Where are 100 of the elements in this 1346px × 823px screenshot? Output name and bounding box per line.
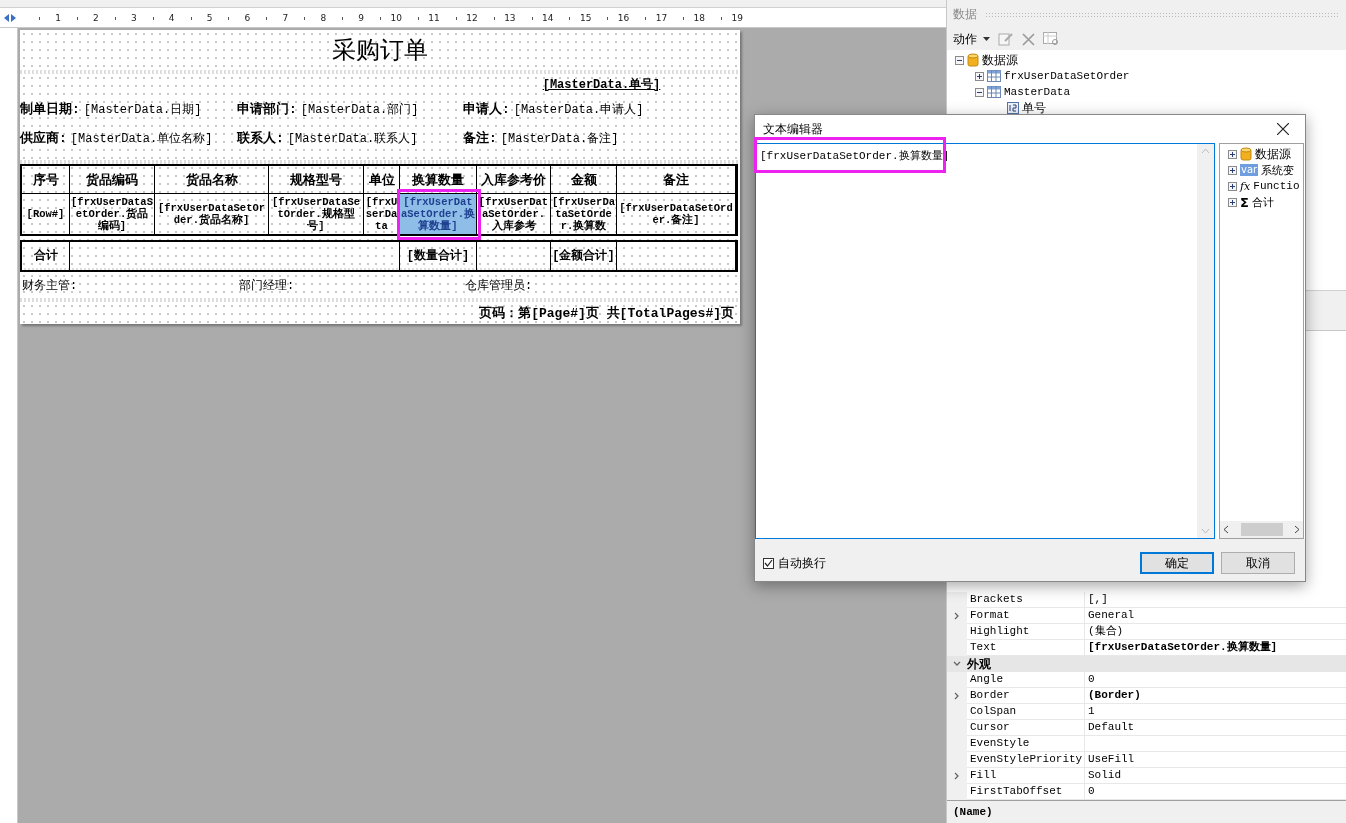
- variable-icon: var: [1240, 164, 1259, 176]
- ruler-number: 17: [655, 12, 668, 23]
- property-value[interactable]: Solid: [1085, 768, 1346, 784]
- scroll-right-icon[interactable]: [1294, 525, 1300, 534]
- field-value: [MasterData.联系人]: [287, 130, 418, 147]
- table-cell[interactable]: [frxUserDataSetOrder.备注]: [617, 194, 736, 234]
- signature-label: 仓库管理员:: [464, 277, 534, 294]
- collapse-chevron-icon[interactable]: [953, 660, 961, 668]
- table-cell[interactable]: [frxUserDataSetOrder.货品编码]: [70, 194, 155, 234]
- table-cell[interactable]: [frxUserDataSetOrder.换算数量]: [400, 194, 477, 234]
- tree-item[interactable]: 系统变: [1261, 162, 1295, 178]
- column-header: 序号: [22, 166, 70, 194]
- tree-item[interactable]: 数据源: [982, 51, 1018, 69]
- action-menu[interactable]: 动作: [953, 30, 990, 48]
- database-icon: [1240, 147, 1252, 161]
- property-gutter: [947, 640, 967, 656]
- ruler-arrows-icon[interactable]: [3, 12, 17, 23]
- field-label: 备注:: [463, 130, 497, 147]
- expand-icon[interactable]: [1228, 197, 1237, 207]
- property-name: Cursor: [967, 720, 1085, 736]
- field-label: 制单日期:: [20, 101, 80, 118]
- field-label: 申请部门:: [237, 100, 297, 118]
- property-name: EvenStylePriority: [967, 752, 1085, 768]
- property-name: Format: [967, 608, 1085, 624]
- ruler-number: 5: [206, 12, 213, 23]
- table-cell[interactable]: [frxUserDataSetOrder.换算数: [551, 194, 617, 234]
- property-name: Highlight: [967, 624, 1085, 640]
- category-row[interactable]: 外观: [947, 656, 1346, 672]
- cancel-button[interactable]: 取消: [1221, 552, 1295, 574]
- property-name: Brackets: [967, 592, 1085, 608]
- collapse-icon[interactable]: [955, 55, 964, 65]
- field-value: [MasterData.日期]: [83, 101, 202, 118]
- expand-icon[interactable]: [1228, 181, 1237, 191]
- table-cell[interactable]: [frxUserDataSetOrder.货品名称]: [155, 194, 269, 234]
- expand-icon[interactable]: [1228, 149, 1237, 159]
- table-cell[interactable]: [frxUserDataSetOrder.规格型号]: [269, 194, 364, 234]
- column-header: 金额: [551, 166, 617, 194]
- tree-item[interactable]: 数据源: [1255, 145, 1291, 163]
- tree-item[interactable]: Functio: [1253, 180, 1300, 192]
- ruler-number: 10: [390, 12, 402, 23]
- property-name: ColSpan: [967, 704, 1085, 720]
- property-value[interactable]: General: [1085, 608, 1346, 624]
- field-label: 联系人:: [237, 130, 284, 147]
- ruler-number: 19: [731, 12, 743, 23]
- ruler-number: 13: [504, 12, 516, 23]
- property-value[interactable]: 0: [1085, 672, 1346, 688]
- ok-button[interactable]: 确定: [1140, 552, 1214, 574]
- expand-icon[interactable]: [975, 71, 984, 81]
- collapse-icon[interactable]: [975, 87, 984, 97]
- property-name: Border: [967, 688, 1085, 704]
- tree-item[interactable]: 单号: [1022, 99, 1046, 117]
- property-value[interactable]: (集合): [1085, 624, 1346, 640]
- field-value: [MasterData.单位名称]: [70, 130, 213, 147]
- panel-title: 数据: [953, 5, 977, 23]
- ruler-number: 4: [168, 12, 175, 23]
- checkbox[interactable]: [763, 557, 774, 569]
- ruler-number: 8: [320, 12, 327, 23]
- caret-icon: [983, 37, 990, 41]
- expand-icon[interactable]: [1228, 165, 1237, 175]
- field-label: 申请人:: [463, 101, 510, 118]
- scroll-left-icon[interactable]: [1223, 525, 1229, 534]
- dialog-title: 文本编辑器: [763, 120, 823, 138]
- property-name: Fill: [967, 768, 1085, 784]
- tree-item[interactable]: 合计: [1251, 194, 1274, 210]
- expand-chevron-icon[interactable]: [953, 692, 961, 700]
- property-name: EvenStyle: [967, 736, 1085, 752]
- column-header: 单位: [364, 166, 400, 194]
- table-cell[interactable]: [Row#]: [22, 194, 70, 234]
- tree-item[interactable]: MasterData: [1004, 86, 1070, 98]
- ruler-number: 3: [130, 12, 137, 23]
- ruler-number: 6: [244, 12, 251, 23]
- field-value: [MasterData.备注]: [500, 130, 619, 147]
- expand-chevron-icon[interactable]: [953, 772, 961, 780]
- field-label: 供应商:: [20, 129, 67, 147]
- column-header: 货品名称: [155, 166, 269, 194]
- property-value[interactable]: 1: [1085, 704, 1346, 720]
- property-value[interactable]: [,]: [1085, 592, 1346, 608]
- database-icon: [967, 53, 979, 67]
- field-value: [MasterData.申请人]: [513, 101, 644, 118]
- order-number-field: [MasterData.单号]: [542, 75, 661, 93]
- checkmark-icon: [764, 559, 773, 567]
- sum-icon: Σ: [1240, 194, 1249, 210]
- table-icon: [987, 70, 1001, 82]
- property-value[interactable]: UseFill: [1085, 752, 1346, 768]
- ruler-number: 2: [93, 12, 99, 23]
- ruler-number: 14: [542, 12, 554, 23]
- column-header: 货品编码: [70, 166, 155, 194]
- checkbox-label[interactable]: 自动换行: [778, 554, 826, 572]
- tree-item[interactable]: frxUserDataSetOrder: [1004, 70, 1130, 82]
- column-header: 入库参考价: [477, 166, 551, 194]
- page-number-text: 页码：第[Page#]页 共[TotalPages#]页: [479, 305, 734, 322]
- property-description: (Name): [953, 806, 993, 818]
- ruler-number: 18: [693, 12, 706, 23]
- property-value[interactable]: Default: [1085, 720, 1346, 736]
- property-value[interactable]: (Border): [1085, 688, 1346, 704]
- column-header: 规格型号: [269, 166, 364, 194]
- signature-label: 财务主管:: [21, 277, 79, 294]
- expand-chevron-icon[interactable]: [953, 612, 961, 620]
- ruler-number: 1: [55, 12, 61, 23]
- scroll-thumb[interactable]: [1240, 523, 1283, 536]
